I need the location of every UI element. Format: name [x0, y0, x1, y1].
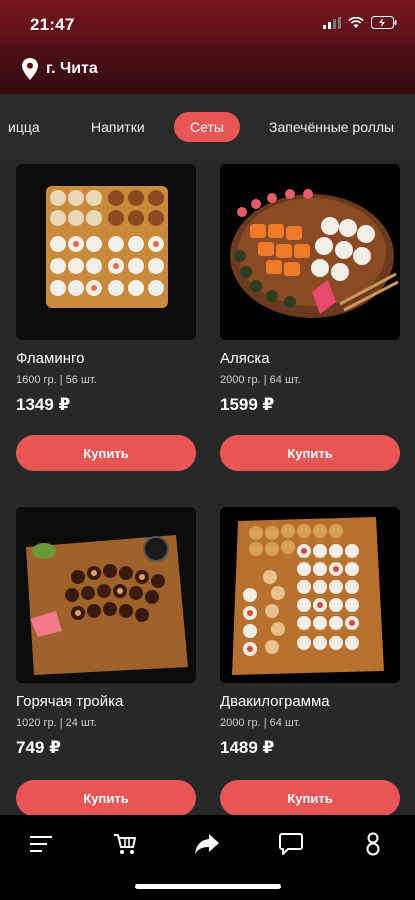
- product-name: Аляска: [220, 350, 270, 367]
- product-card[interactable]: Горячая тройка 1020 гр. | 24 шт. 749 ₽: [16, 507, 196, 758]
- buy-button[interactable]: Купить: [16, 780, 196, 816]
- battery-icon: [371, 16, 397, 29]
- wifi-icon: [348, 16, 364, 28]
- chat-icon: [279, 833, 303, 855]
- product-card[interactable]: Двакилограмма 2000 гр. | 64 шт. 1489 ₽: [220, 507, 400, 758]
- menu-icon: [30, 836, 52, 852]
- location-pin-icon: [22, 58, 38, 80]
- nav-profile[interactable]: [355, 829, 391, 859]
- product-image[interactable]: [16, 164, 196, 340]
- city-name: г. Чита: [46, 60, 98, 77]
- home-indicator: [135, 884, 281, 889]
- nav-chat[interactable]: [273, 829, 309, 859]
- nav-cart[interactable]: [107, 829, 143, 859]
- status-time: 21:47: [30, 15, 75, 34]
- product-weight-count: 2000 гр. | 64 шт.: [220, 717, 301, 729]
- product-image[interactable]: [16, 507, 196, 683]
- profile-icon: [366, 832, 380, 856]
- product-card[interactable]: Фламинго 1600 гр. | 56 шт. 1349 ₽: [16, 164, 196, 415]
- nav-menu[interactable]: [23, 829, 59, 859]
- status-icons: [323, 16, 397, 29]
- status-bar: 21:47: [0, 0, 415, 50]
- category-tabs: ицца Напитки Сеты Запечённые роллы: [0, 94, 415, 160]
- product-name: Фламинго: [16, 350, 85, 367]
- product-price: 1349 ₽: [16, 395, 71, 414]
- signal-icon: [323, 16, 341, 29]
- product-name: Двакилограмма: [220, 693, 330, 710]
- product-weight-count: 2000 гр. | 64 шт.: [220, 374, 301, 386]
- product-name: Горячая тройка: [16, 693, 124, 710]
- product-weight-count: 1600 гр. | 56 шт.: [16, 374, 97, 386]
- cart-icon: [114, 834, 136, 854]
- product-image[interactable]: [220, 507, 400, 683]
- city-selector[interactable]: г. Чита: [22, 58, 98, 80]
- tab-pizza[interactable]: ицца: [0, 112, 56, 142]
- buy-button[interactable]: Купить: [220, 435, 400, 471]
- product-price: 749 ₽: [16, 738, 61, 757]
- tab-baked-rolls[interactable]: Запечённые роллы: [253, 112, 410, 142]
- app-header: 21:47 г. Чита: [0, 0, 415, 94]
- product-image[interactable]: [220, 164, 400, 340]
- product-price: 1599 ₽: [220, 395, 275, 414]
- buy-button[interactable]: Купить: [220, 780, 400, 816]
- buy-button[interactable]: Купить: [16, 435, 196, 471]
- nav-share[interactable]: [189, 829, 225, 859]
- tab-drinks[interactable]: Напитки: [75, 112, 161, 142]
- product-price: 1489 ₽: [220, 738, 275, 757]
- product-weight-count: 1020 гр. | 24 шт.: [16, 717, 97, 729]
- share-icon: [195, 834, 219, 854]
- tab-sets[interactable]: Сеты: [174, 112, 240, 142]
- product-card[interactable]: Аляска 2000 гр. | 64 шт. 1599 ₽: [220, 164, 400, 415]
